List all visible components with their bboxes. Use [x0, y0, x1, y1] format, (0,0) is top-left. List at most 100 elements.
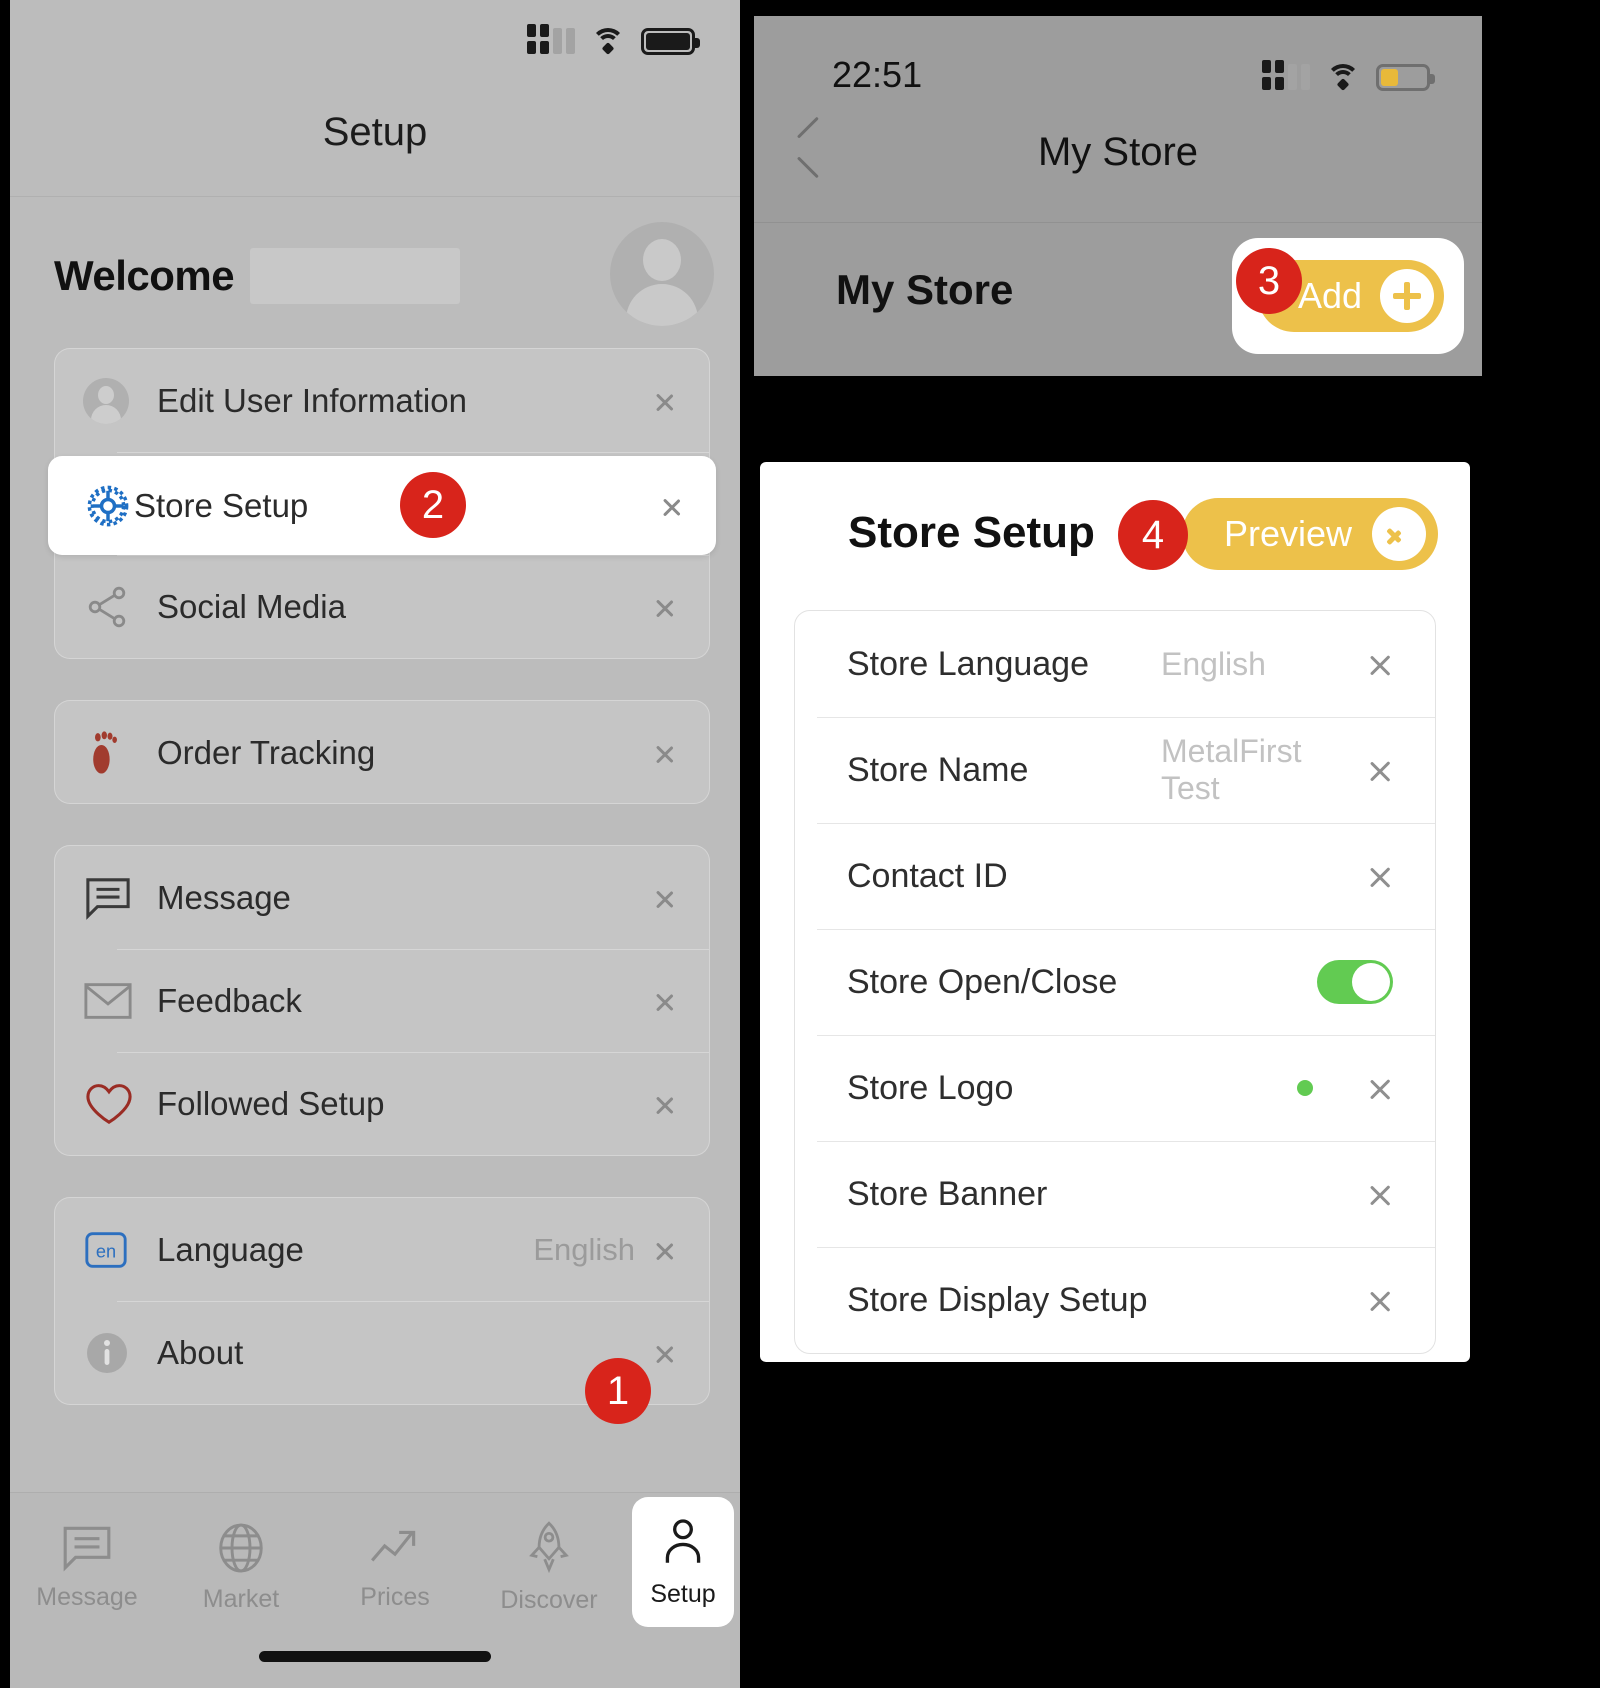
list-item-store-banner[interactable]: Store Banner [795, 1141, 1435, 1247]
chevron-right-icon [664, 489, 684, 523]
list-item-contact-id[interactable]: Contact ID [795, 823, 1435, 929]
tab-setup[interactable]: Setup [632, 1497, 734, 1627]
settings-group-communication: Message Feedback Followed Setup [54, 845, 710, 1156]
tab-discover[interactable]: Discover [472, 1493, 626, 1641]
bottom-tab-bar: Message Market Prices Discover Setup [10, 1492, 740, 1688]
list-item-store-language[interactable]: Store Language English [795, 611, 1435, 717]
list-item-store-open-close[interactable]: Store Open/Close [795, 929, 1435, 1035]
page-title: Setup [322, 110, 428, 154]
chevron-right-icon [1371, 858, 1393, 894]
preview-button[interactable]: Preview [1181, 498, 1438, 570]
store-setup-title: Store Setup [848, 508, 1095, 557]
list-item-label: Store Display Setup [847, 1280, 1148, 1319]
step-badge-3: 3 [1236, 248, 1302, 314]
share-icon [83, 583, 157, 631]
step-badge-4: 4 [1118, 500, 1188, 570]
tab-market[interactable]: Market [164, 1493, 318, 1641]
en-language-icon: en [83, 1227, 157, 1273]
footprint-icon [83, 728, 157, 778]
svg-text:en: en [96, 1241, 116, 1261]
list-item-store-logo[interactable]: Store Logo [795, 1035, 1435, 1141]
globe-icon [219, 1523, 263, 1572]
chevron-right-icon [1371, 1176, 1393, 1212]
welcome-text: Welcome [54, 252, 235, 299]
tab-prices[interactable]: Prices [318, 1493, 472, 1641]
list-item-label: Social Media [157, 587, 346, 625]
tab-message[interactable]: Message [10, 1493, 164, 1641]
wifi-icon [591, 28, 625, 55]
list-item-label: Message [157, 878, 291, 916]
list-item-message[interactable]: Message [55, 846, 709, 949]
list-item-label: Store Banner [847, 1174, 1048, 1213]
store-setup-header: Store Setup Preview [760, 462, 1470, 604]
welcome-row: Welcome [54, 228, 704, 324]
chevron-right-icon [657, 590, 677, 624]
screenshot-root: Setup Welcome Edit User Information Soci… [0, 0, 1600, 1688]
user-avatar-icon[interactable] [610, 222, 714, 326]
status-bar-my-store: 22:51 [754, 16, 1482, 102]
username-placeholder-field [250, 248, 461, 304]
step-badge-2: 2 [400, 472, 466, 538]
list-item-followed-setup[interactable]: Followed Setup [55, 1052, 709, 1155]
chat-bubble-icon [83, 875, 157, 921]
list-item-feedback[interactable]: Feedback [55, 949, 709, 1052]
list-item-store-display-setup[interactable]: Store Display Setup [795, 1247, 1435, 1353]
rocket-icon [529, 1520, 569, 1573]
arrow-right-circle-icon [1372, 507, 1426, 561]
list-item-label: Store Open/Close [847, 962, 1118, 1001]
store-open-toggle[interactable] [1317, 960, 1393, 1004]
battery-full-icon [641, 27, 700, 55]
tab-label: Market [202, 1584, 280, 1613]
preview-button-label: Preview [1223, 513, 1352, 554]
tab-label: Setup [650, 1579, 716, 1608]
chevron-right-icon [657, 1087, 677, 1121]
nav-divider [10, 196, 740, 197]
list-item-label: Store Name [847, 750, 1029, 789]
toggle-knob [1352, 963, 1390, 1001]
cellular-signal-icon [527, 24, 575, 58]
status-bar-left [10, 0, 740, 72]
list-item-store-setup[interactable]: Store Setup [48, 456, 716, 555]
chevron-right-icon [657, 384, 677, 418]
nav-divider [754, 222, 1482, 223]
list-item-order-tracking[interactable]: Order Tracking [55, 701, 709, 804]
plus-circle-icon [1380, 269, 1434, 323]
home-indicator [259, 1651, 491, 1662]
nav-title: My Store [1037, 130, 1199, 174]
chevron-right-icon [657, 881, 677, 915]
list-item-language[interactable]: en Language English [55, 1198, 709, 1301]
gear-icon [82, 480, 134, 532]
list-item-value: English [533, 1231, 635, 1267]
store-setup-list: Store Language English Store Name MetalF… [794, 610, 1436, 1354]
settings-group-orders: Order Tracking [54, 700, 710, 804]
tab-label: Discover [500, 1585, 598, 1614]
chevron-right-icon [1371, 1070, 1393, 1106]
chevron-right-icon [1371, 752, 1393, 788]
list-item-edit-user-information[interactable]: Edit User Information [55, 349, 709, 452]
battery-low-icon [1376, 63, 1435, 91]
envelope-icon [83, 981, 157, 1021]
user-avatar-icon [83, 377, 157, 424]
trending-up-icon [371, 1530, 416, 1561]
chevron-right-icon [657, 984, 677, 1018]
list-item-label: Store Language [847, 644, 1089, 683]
list-item-label: Store Setup [134, 486, 309, 524]
info-icon [83, 1329, 157, 1377]
list-item-label: Contact ID [847, 856, 1008, 895]
list-item-store-name[interactable]: Store Name MetalFirst Test [795, 717, 1435, 823]
chevron-right-icon [1371, 646, 1393, 682]
tab-label: Prices [360, 1582, 430, 1611]
list-item-social-media[interactable]: Social Media [55, 555, 709, 658]
list-item-label: Store Logo [847, 1068, 1014, 1107]
status-dot-icon [1297, 1080, 1313, 1096]
chat-bubble-icon [63, 1526, 111, 1571]
list-item-label: Order Tracking [157, 733, 376, 771]
step-badge-1: 1 [585, 1358, 651, 1424]
chevron-right-icon [657, 1233, 677, 1267]
heart-icon [83, 1081, 157, 1127]
chevron-right-icon [657, 1336, 677, 1370]
list-item-label: Edit User Information [157, 381, 467, 419]
add-button-label: Add [1297, 275, 1362, 316]
nav-bar-my-store: My Store [754, 102, 1482, 222]
setup-screen-panel: Setup Welcome Edit User Information Soci… [10, 0, 740, 1688]
